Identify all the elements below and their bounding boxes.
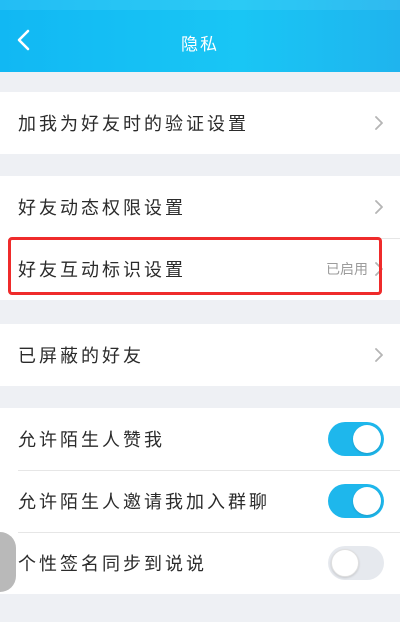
group-stranger-settings: 允许陌生人赞我 允许陌生人邀请我加入群聊 个性签名同步到说说: [0, 408, 400, 594]
row-allow-stranger-group-invites: 允许陌生人邀请我加入群聊: [0, 470, 400, 532]
row-label: 加我为好友时的验证设置: [18, 114, 249, 135]
toggle-knob: [353, 487, 381, 515]
group-verification: 加我为好友时的验证设置: [0, 92, 400, 154]
row-blocked-friends[interactable]: 已屏蔽的好友: [0, 324, 400, 386]
chevron-right-icon: [375, 116, 383, 130]
row-feed-permissions[interactable]: 好友动态权限设置: [0, 176, 400, 238]
row-label: 已屏蔽的好友: [18, 346, 144, 367]
page-title: 隐私: [181, 35, 219, 55]
chevron-right-icon: [375, 200, 383, 214]
status-bar: [0, 0, 400, 10]
toggle-switch[interactable]: [328, 484, 384, 518]
row-allow-stranger-likes: 允许陌生人赞我: [0, 408, 400, 470]
red-highlight-box: [8, 237, 382, 295]
finger-overlay: [0, 532, 16, 592]
row-label: 好友动态权限设置: [18, 198, 186, 219]
row-label: 允许陌生人赞我: [18, 430, 165, 451]
group-blocked: 已屏蔽的好友: [0, 324, 400, 386]
app-header: 隐私: [0, 0, 400, 72]
row-verification-settings[interactable]: 加我为好友时的验证设置: [0, 92, 400, 154]
row-signature-sync: 个性签名同步到说说: [0, 532, 400, 594]
toggle-knob: [331, 549, 359, 577]
toggle-switch[interactable]: [328, 546, 384, 580]
row-label: 个性签名同步到说说: [18, 554, 207, 575]
toggle-knob: [353, 425, 381, 453]
row-label: 允许陌生人邀请我加入群聊: [18, 492, 270, 513]
toggle-switch[interactable]: [328, 422, 384, 456]
chevron-right-icon: [375, 348, 383, 362]
